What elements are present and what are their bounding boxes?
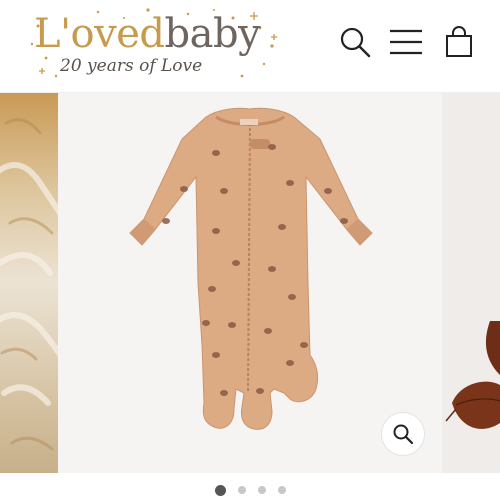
footed-sleeper-image [129,107,373,430]
dried-leaves-image [442,93,500,473]
zoom-icon [393,424,414,445]
fur-texture-slide[interactable] [0,93,67,473]
dried-leaves-slide[interactable] [442,93,500,473]
fur-texture-image [0,93,67,473]
menu-icon [390,29,422,55]
cart-icon [446,26,472,57]
product-gallery[interactable] [0,93,500,473]
pagination-dot-2[interactable] [237,486,246,494]
brand-wordmark: L'ovedbaby [34,11,261,57]
site-header: L'ovedbaby 20 years of Love [0,0,500,92]
brand-tagline: 20 years of Love [60,56,203,76]
search-button[interactable] [337,24,373,60]
pagination-dot-4[interactable] [277,486,286,494]
zoom-button[interactable] [381,412,425,456]
menu-button[interactable] [388,24,424,60]
brand-name-part1: L'oved [34,11,165,57]
cart-button[interactable] [441,24,477,60]
carousel-pagination [0,484,500,500]
product-footed-sleeper-slide[interactable] [58,93,442,473]
brand-logo[interactable]: L'ovedbaby 20 years of Love [28,6,278,86]
pagination-dot-3[interactable] [257,486,266,494]
search-icon [340,27,371,58]
brand-name-part2: baby [164,11,261,57]
pagination-dot-1[interactable] [214,484,226,496]
